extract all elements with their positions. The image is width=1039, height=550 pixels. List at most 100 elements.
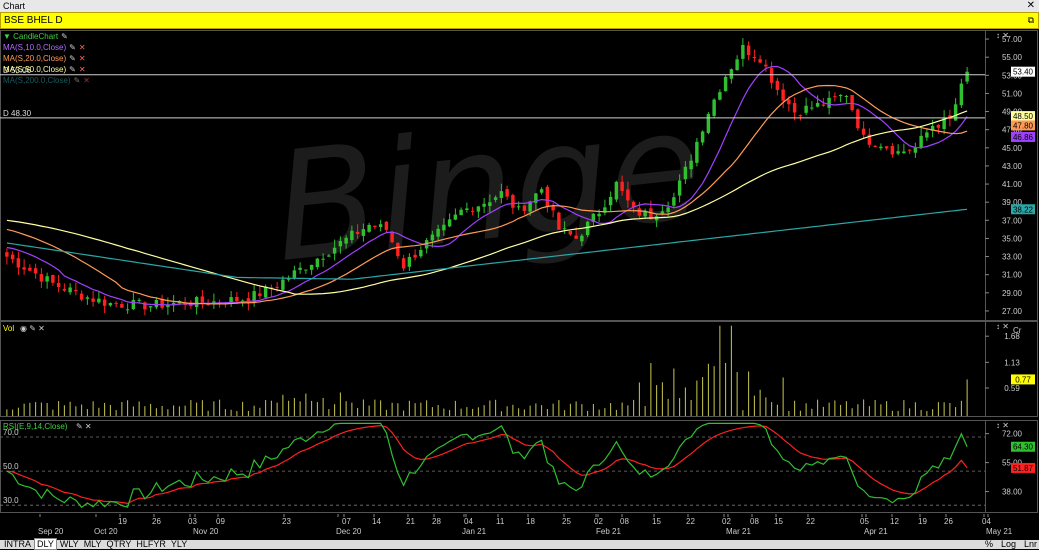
candle-body (419, 249, 423, 257)
candle-body (120, 304, 124, 308)
indicator-0[interactable]: ▼ CandleChart ✎ (3, 32, 68, 42)
candle-body (683, 166, 688, 180)
candle-body (821, 104, 826, 106)
horizontal-line-label: D 48.30 (3, 109, 32, 118)
candle-body (672, 197, 676, 206)
candle-body (298, 267, 302, 270)
close-icon[interactable]: ✕ (79, 65, 86, 74)
x-tick-label: 26 (152, 517, 161, 526)
close-icon[interactable]: ✕ (79, 43, 86, 52)
candle-body (896, 151, 900, 154)
candle-body (125, 309, 130, 311)
price-marker-label: 48.50 (1013, 112, 1034, 121)
restore-icon[interactable]: ⧉ (1028, 13, 1034, 28)
price-tick-label: 55.00 (1002, 53, 1023, 62)
tab-wly[interactable]: WLY (58, 539, 81, 549)
candle-body (401, 258, 406, 269)
tab-mly[interactable]: MLY (82, 539, 104, 549)
candle-body (258, 293, 262, 297)
x-tick-label: Jan 21 (462, 527, 487, 536)
candle-body (873, 145, 877, 147)
x-tick-label: 07 (342, 517, 351, 526)
close-icon[interactable]: ✕ (79, 54, 86, 63)
vol-eye-icon[interactable]: ◉ ✎ ✕ (20, 324, 45, 333)
x-tick-label: 09 (216, 517, 225, 526)
candle-body (85, 297, 90, 299)
x-tick-label: 05 (860, 517, 869, 526)
candle-body (10, 254, 15, 260)
x-tick-label: Oct 20 (94, 527, 118, 536)
indicator-1[interactable]: MA(S,10.0,Close) ✎ ✕ (3, 43, 86, 53)
tab-hlfyr[interactable]: HLFYR (134, 539, 168, 549)
scale-lnr-button[interactable]: Lnr (1024, 539, 1037, 549)
candle-body (781, 89, 785, 101)
indicator-3[interactable]: MA(S,50.0,Close) ✎ ✕ (3, 65, 86, 75)
edit-icon[interactable]: ✎ (69, 43, 76, 52)
candle-body (815, 102, 820, 107)
tab-dly[interactable]: DLY (34, 538, 57, 550)
scale-log-button[interactable]: Log (1001, 539, 1016, 549)
candle-body (499, 191, 504, 198)
candle-body (769, 68, 774, 83)
candle-body (51, 275, 55, 283)
chart-canvas[interactable]: Binge27.0029.0031.0033.0035.0037.0039.00… (0, 28, 1039, 540)
candle-body (718, 92, 722, 100)
rsi-marker-label: 64.30 (1013, 443, 1034, 452)
candle-body (97, 298, 101, 303)
indicator-4[interactable]: MA(S,200.0,Close) ✎ ✕ (3, 76, 90, 86)
candle-body (465, 208, 469, 210)
candle-body (304, 269, 308, 271)
candle-body (660, 211, 665, 214)
scale-percent-button[interactable]: % (985, 539, 993, 549)
vol-unit: Cr (1013, 326, 1022, 335)
tab-yly[interactable]: YLY (169, 539, 189, 549)
rsi-edit-icon[interactable]: ✎ ✕ (76, 422, 92, 431)
candle-body (861, 128, 866, 135)
candle-body (879, 146, 883, 149)
price-tick-label: 45.00 (1002, 144, 1023, 153)
indicator-label: MA(S,200.0,Close) (3, 76, 71, 85)
tab-intra[interactable]: INTRA (2, 539, 33, 549)
candle-body (447, 219, 452, 227)
candle-body (557, 212, 561, 230)
candle-body (16, 258, 21, 268)
candle-body (844, 95, 849, 97)
rsi-level-label: 50.0 (3, 462, 19, 471)
candle-body (695, 141, 699, 163)
candle-body (919, 135, 923, 148)
rsi-level-label: 30.0 (3, 496, 19, 505)
panel-controls-icon[interactable]: ↕ ✕ (996, 322, 1009, 331)
indicator-label: MA(S,10.0,Close) (3, 43, 67, 52)
candle-body (787, 99, 791, 105)
x-tick-label: 19 (118, 517, 127, 526)
indicator-2[interactable]: MA(S,20.0,Close) ✎ ✕ (3, 54, 86, 64)
rsi-tick-label: 38.00 (1002, 488, 1023, 497)
edit-icon[interactable]: ✎ (69, 54, 76, 63)
x-tick-label: 26 (944, 517, 953, 526)
edit-icon[interactable]: ✎ (69, 65, 76, 74)
price-marker-label: 53.40 (1013, 68, 1034, 77)
candle-body (396, 243, 400, 257)
x-tick-label: 04 (464, 517, 473, 526)
edit-icon[interactable]: ✎ (74, 76, 81, 85)
tab-qtry[interactable]: QTRY (105, 539, 134, 549)
window-titlebar: Chart ✕ (0, 0, 1039, 12)
candle-body (959, 83, 964, 106)
candle-body (608, 196, 613, 206)
candle-body (373, 225, 377, 228)
x-tick-label: 03 (188, 517, 197, 526)
x-tick-label: 15 (652, 517, 661, 526)
candle-body (804, 105, 808, 113)
close-icon[interactable]: ✕ (1027, 0, 1035, 12)
candle-body (56, 282, 61, 287)
candle-body (321, 258, 325, 260)
x-tick-label: 02 (722, 517, 731, 526)
candle-body (810, 107, 814, 109)
candle-body (890, 146, 895, 155)
close-icon[interactable]: ✕ (83, 76, 90, 85)
price-tick-label: 41.00 (1002, 180, 1023, 189)
panel-controls-icon[interactable]: ↕ ✕ (996, 31, 1009, 40)
candle-body (700, 131, 705, 143)
edit-icon[interactable]: ✎ (61, 32, 68, 41)
price-tick-label: 29.00 (1002, 289, 1023, 298)
